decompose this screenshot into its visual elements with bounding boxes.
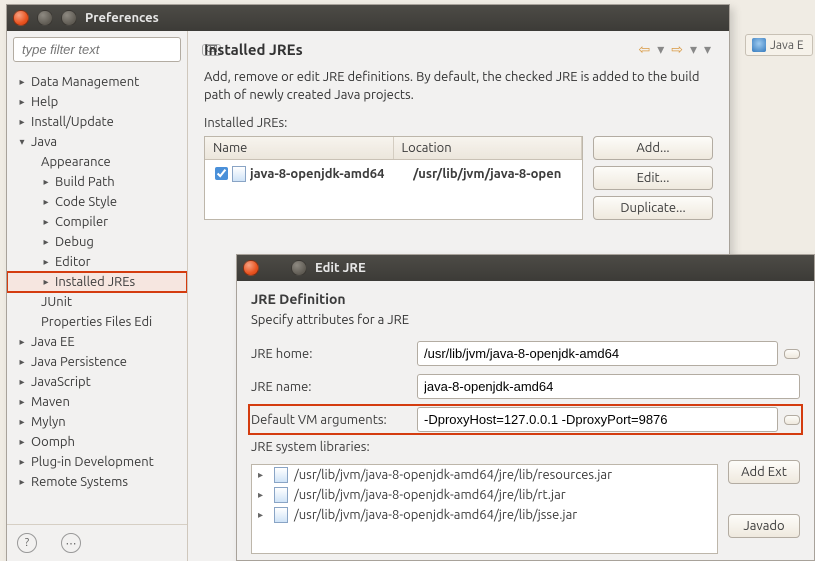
jre-home-input[interactable] bbox=[417, 341, 778, 366]
row-location: /usr/lib/jvm/java-8-open bbox=[413, 167, 576, 181]
add-external-button[interactable]: Add Ext bbox=[728, 460, 800, 484]
add-jre-button[interactable]: Add... bbox=[593, 136, 713, 160]
close-icon[interactable] bbox=[13, 10, 29, 26]
view-menu-icon[interactable]: ▾ bbox=[704, 41, 711, 57]
tree-item-remote-systems[interactable]: ▸Remote Systems bbox=[7, 472, 187, 492]
chevron-right-icon: ▸ bbox=[41, 216, 51, 228]
tree-item-java-ee[interactable]: ▸Java EE bbox=[7, 332, 187, 352]
tree-item-mylyn[interactable]: ▸Mylyn bbox=[7, 412, 187, 432]
import-export-icon[interactable]: ⋯ bbox=[61, 533, 81, 553]
page-description: Add, remove or edit JRE definitions. By … bbox=[204, 68, 713, 104]
tree-item-editor[interactable]: ▸Editor bbox=[7, 252, 187, 272]
chevron-right-icon: ▸ bbox=[41, 176, 51, 188]
chevron-right-icon: ▸ bbox=[17, 436, 27, 448]
chevron-right-icon: ▸ bbox=[17, 76, 27, 88]
list-item[interactable]: ▸ /usr/lib/jvm/java-8-openjdk-amd64/jre/… bbox=[252, 505, 717, 525]
help-icon[interactable]: ? bbox=[17, 533, 37, 553]
col-location[interactable]: Location bbox=[394, 137, 583, 159]
perspective-java-ee[interactable]: Java E bbox=[745, 34, 813, 56]
jre-icon bbox=[232, 166, 246, 182]
tree-item-data-management[interactable]: ▸Data Management bbox=[7, 72, 187, 92]
tree-item-plugin-development[interactable]: ▸Plug-in Development bbox=[7, 452, 187, 472]
chevron-right-icon: ▸ bbox=[17, 336, 27, 348]
tree-item-javascript[interactable]: ▸JavaScript bbox=[7, 372, 187, 392]
nav-back-menu-icon[interactable]: ▾ bbox=[657, 41, 664, 57]
tree-item-installed-jres[interactable]: ▸Installed JREs bbox=[7, 272, 187, 292]
page-title: Installed JREs bbox=[204, 41, 303, 58]
list-item[interactable]: ▸ /usr/lib/jvm/java-8-openjdk-amd64/jre/… bbox=[252, 465, 717, 485]
javadoc-location-button[interactable]: Javado bbox=[728, 514, 800, 538]
tree-item-java-persistence[interactable]: ▸Java Persistence bbox=[7, 352, 187, 372]
tree-item-compiler[interactable]: ▸Compiler bbox=[7, 212, 187, 232]
nav-forward-icon[interactable]: ⇨ bbox=[671, 41, 683, 57]
chevron-down-icon: ▾ bbox=[17, 136, 27, 148]
edit-jre-button[interactable]: Edit... bbox=[593, 166, 713, 190]
dialog-subtitle: Specify attributes for a JRE bbox=[251, 313, 800, 327]
variables-button[interactable] bbox=[784, 415, 800, 425]
chevron-right-icon: ▸ bbox=[41, 256, 51, 268]
tree-item-properties-files[interactable]: Properties Files Edi bbox=[7, 312, 187, 332]
list-label: Installed JREs: bbox=[204, 116, 713, 130]
java-ee-icon bbox=[752, 38, 766, 52]
tree-item-maven[interactable]: ▸Maven bbox=[7, 392, 187, 412]
chevron-right-icon: ▸ bbox=[17, 396, 27, 408]
tree-item-install-update[interactable]: ▸Install/Update bbox=[7, 112, 187, 132]
preferences-tree[interactable]: ▸Data Management ▸Help ▸Install/Update ▾… bbox=[7, 68, 187, 524]
browse-button[interactable] bbox=[784, 349, 800, 359]
preferences-titlebar[interactable]: Preferences bbox=[7, 5, 729, 31]
jre-name-input[interactable] bbox=[417, 374, 800, 399]
nav-back-icon[interactable]: ⇦ bbox=[639, 41, 651, 57]
close-icon[interactable] bbox=[243, 260, 259, 276]
chevron-right-icon: ▸ bbox=[17, 476, 27, 488]
dialog-title: Edit JRE bbox=[315, 261, 366, 275]
minimize-icon[interactable] bbox=[37, 10, 53, 26]
filter-box[interactable]: ⌫ bbox=[13, 37, 181, 62]
jar-icon bbox=[274, 507, 288, 523]
table-row[interactable]: java-8-openjdk-amd64 /usr/lib/jvm/java-8… bbox=[205, 160, 582, 187]
jar-icon bbox=[274, 467, 288, 483]
system-libraries-list[interactable]: ▸ /usr/lib/jvm/java-8-openjdk-amd64/jre/… bbox=[251, 464, 718, 554]
maximize-icon[interactable] bbox=[61, 10, 77, 26]
tree-item-build-path[interactable]: ▸Build Path bbox=[7, 172, 187, 192]
jre-table[interactable]: Name Location java-8-openjdk-amd64 /usr/… bbox=[204, 136, 583, 220]
list-item[interactable]: ▸ /usr/lib/jvm/java-8-openjdk-amd64/jre/… bbox=[252, 485, 717, 505]
tree-item-oomph[interactable]: ▸Oomph bbox=[7, 432, 187, 452]
dialog-header: JRE Definition bbox=[251, 291, 800, 307]
filter-input[interactable] bbox=[20, 41, 202, 58]
tree-item-debug[interactable]: ▸Debug bbox=[7, 232, 187, 252]
tree-item-help[interactable]: ▸Help bbox=[7, 92, 187, 112]
chevron-right-icon: ▸ bbox=[17, 376, 27, 388]
jar-icon bbox=[274, 487, 288, 503]
libs-label: JRE system libraries: bbox=[251, 440, 800, 454]
tree-item-appearance[interactable]: Appearance bbox=[7, 152, 187, 172]
perspective-label: Java E bbox=[770, 39, 804, 52]
chevron-right-icon: ▸ bbox=[41, 196, 51, 208]
tree-item-code-style[interactable]: ▸Code Style bbox=[7, 192, 187, 212]
chevron-right-icon: ▸ bbox=[17, 416, 27, 428]
chevron-right-icon: ▸ bbox=[258, 489, 268, 501]
edit-jre-titlebar[interactable]: Edit JRE bbox=[237, 255, 814, 281]
chevron-right-icon: ▸ bbox=[17, 96, 27, 108]
maximize-icon[interactable] bbox=[291, 260, 307, 276]
col-name[interactable]: Name bbox=[205, 137, 394, 159]
duplicate-jre-button[interactable]: Duplicate... bbox=[593, 196, 713, 220]
nav-forward-menu-icon[interactable]: ▾ bbox=[690, 41, 697, 57]
row-name: java-8-openjdk-amd64 bbox=[250, 167, 413, 181]
vm-args-label: Default VM arguments: bbox=[251, 413, 411, 427]
jre-name-label: JRE name: bbox=[251, 380, 411, 394]
tree-item-java[interactable]: ▾Java bbox=[7, 132, 187, 152]
chevron-right-icon: ▸ bbox=[17, 356, 27, 368]
vm-args-input[interactable] bbox=[417, 407, 778, 432]
chevron-right-icon: ▸ bbox=[17, 456, 27, 468]
chevron-right-icon: ▸ bbox=[17, 116, 27, 128]
jre-home-label: JRE home: bbox=[251, 347, 411, 361]
tree-item-junit[interactable]: JUnit bbox=[7, 292, 187, 312]
chevron-right-icon: ▸ bbox=[41, 276, 51, 288]
chevron-right-icon: ▸ bbox=[258, 509, 268, 521]
chevron-right-icon: ▸ bbox=[258, 469, 268, 481]
chevron-right-icon: ▸ bbox=[41, 236, 51, 248]
window-title: Preferences bbox=[85, 11, 159, 25]
jre-default-checkbox[interactable] bbox=[215, 167, 228, 180]
